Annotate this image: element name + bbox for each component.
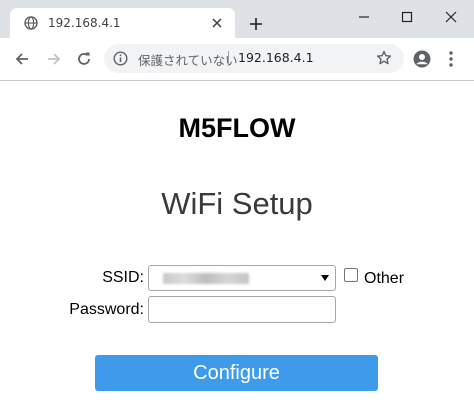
configure-button[interactable]: Configure — [95, 355, 378, 391]
arrow-right-icon[interactable] — [44, 49, 64, 69]
address-separator — [228, 51, 229, 66]
other-label: Other — [364, 270, 405, 287]
kebab-menu-icon[interactable] — [446, 50, 456, 68]
info-icon[interactable] — [113, 51, 128, 66]
maximize-icon[interactable] — [389, 6, 425, 28]
globe-icon — [24, 16, 38, 30]
ssid-select[interactable] — [148, 265, 336, 291]
star-icon[interactable] — [376, 50, 392, 66]
password-label: Password: — [69, 301, 144, 318]
plus-icon[interactable] — [246, 14, 266, 34]
window-close-icon[interactable] — [433, 6, 469, 28]
minimize-icon[interactable] — [346, 6, 382, 28]
tab-strip: 192.168.4.1 — [0, 0, 474, 38]
tab-title: 192.168.4.1 — [48, 16, 121, 30]
page-title: M5FLOW — [178, 113, 296, 143]
chevron-down-icon — [321, 275, 329, 281]
arrow-left-icon[interactable] — [12, 49, 32, 69]
url-text[interactable]: 192.168.4.1 — [238, 50, 314, 65]
browser-tab[interactable]: 192.168.4.1 — [10, 8, 235, 38]
password-field[interactable] — [148, 296, 336, 323]
security-label: 保護されていない — [138, 53, 238, 68]
browser-toolbar: 保護されていない 192.168.4.1 — [0, 38, 474, 81]
ssid-selected-value-redacted — [163, 273, 249, 284]
reload-icon[interactable] — [74, 49, 94, 69]
other-checkbox[interactable] — [344, 268, 358, 282]
address-bar[interactable]: 保護されていない 192.168.4.1 — [104, 44, 404, 73]
page-subtitle: WiFi Setup — [161, 186, 313, 221]
tab-close-icon[interactable] — [209, 15, 225, 31]
profile-icon[interactable] — [413, 50, 431, 68]
ssid-label: SSID: — [102, 269, 144, 286]
